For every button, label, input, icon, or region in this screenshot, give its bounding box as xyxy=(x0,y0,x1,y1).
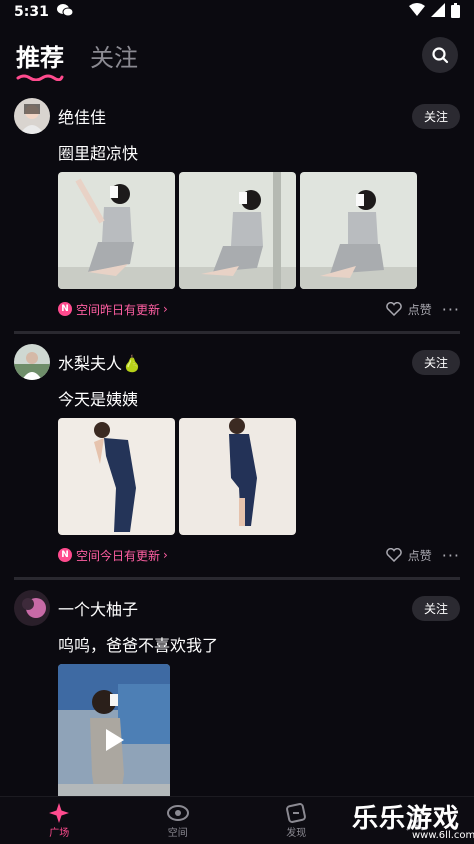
post-footer: N 空间昨日有更新 › 点赞 ··· xyxy=(58,289,460,329)
like-label: 点赞 xyxy=(407,548,432,563)
like-button[interactable]: 点赞 xyxy=(385,301,432,318)
status-time: 5:31 xyxy=(14,4,49,20)
space-icon xyxy=(166,805,189,821)
feed[interactable]: 绝佳佳 关注 圈里超凉快 N 空间昨日有更新 › 点赞 ··· 水梨夫人🍐 关注… xyxy=(0,88,474,796)
follow-button[interactable]: 关注 xyxy=(411,103,460,129)
heart-icon xyxy=(385,302,402,316)
space-update-text: 空间今日有更新 xyxy=(76,548,161,563)
username[interactable]: 绝佳佳 xyxy=(58,104,106,128)
sparkle-icon xyxy=(49,803,70,823)
more-icon[interactable]: ··· xyxy=(442,546,460,565)
avatar[interactable] xyxy=(14,344,50,380)
top-nav: 推荐 关注 xyxy=(0,30,474,81)
post-text: 圈里超凉快 xyxy=(58,144,139,163)
tab-following[interactable]: 关注 xyxy=(90,38,138,73)
username[interactable]: 水梨夫人🍐 xyxy=(58,350,142,374)
watermark-logo: 乐乐游戏 www.6ll.com xyxy=(352,794,474,844)
post-card[interactable]: 水梨夫人🍐 关注 今天是姨姨 N 空间今日有更新 › 点赞 ··· xyxy=(0,334,474,580)
follow-button[interactable]: 关注 xyxy=(411,349,460,375)
post-card[interactable]: 绝佳佳 关注 圈里超凉快 N 空间昨日有更新 › 点赞 ··· xyxy=(0,88,474,334)
play-icon[interactable] xyxy=(100,726,128,754)
post-header: 绝佳佳 关注 xyxy=(14,96,460,136)
signal-icon xyxy=(431,3,445,21)
post-footer: N 空间今日有更新 › 点赞 ··· xyxy=(58,535,460,575)
space-update-link[interactable]: N 空间昨日有更新 › xyxy=(58,301,168,318)
post-photo[interactable] xyxy=(300,172,417,289)
post-video[interactable] xyxy=(58,664,170,796)
username[interactable]: 一个大柚子 xyxy=(58,596,138,620)
nav-space[interactable]: 空间 xyxy=(119,797,238,844)
like-label: 点赞 xyxy=(407,302,432,317)
more-icon[interactable]: ··· xyxy=(442,300,460,319)
space-update-link[interactable]: N 空间今日有更新 › xyxy=(58,547,168,564)
post-text: 今天是姨姨 xyxy=(58,390,139,409)
wechat-icon xyxy=(56,3,74,21)
nav-plaza-label: 广场 xyxy=(49,828,70,839)
space-badge-icon: N xyxy=(58,548,72,562)
status-bar: 5:31 xyxy=(0,0,474,24)
post-actions: 点赞 ··· xyxy=(385,300,460,319)
chevron-right-icon: › xyxy=(163,302,168,316)
tab-following-label: 关注 xyxy=(90,43,138,72)
tab-recommend[interactable]: 推荐 xyxy=(16,38,64,81)
nav-plaza[interactable]: 广场 xyxy=(0,797,119,844)
space-badge-icon: N xyxy=(58,302,72,316)
post-header: 一个大柚子 关注 xyxy=(14,588,460,628)
post-photo[interactable] xyxy=(58,172,175,289)
watermark-url: www.6ll.com xyxy=(412,830,474,841)
avatar[interactable] xyxy=(14,590,50,626)
post-photo[interactable] xyxy=(179,418,296,535)
follow-button[interactable]: 关注 xyxy=(411,595,460,621)
post-card[interactable]: 一个大柚子 关注 呜呜，爸爸不喜欢我了 xyxy=(0,580,474,796)
space-update-text: 空间昨日有更新 xyxy=(76,302,161,317)
search-button[interactable] xyxy=(422,37,458,73)
post-header: 水梨夫人🍐 关注 xyxy=(14,342,460,382)
heart-icon xyxy=(385,548,402,562)
status-icons xyxy=(409,2,460,22)
tab-active-underline xyxy=(16,74,64,81)
like-button[interactable]: 点赞 xyxy=(385,547,432,564)
post-photo[interactable] xyxy=(58,418,175,535)
wifi-icon xyxy=(409,3,425,21)
image-grid xyxy=(58,418,460,535)
post-text: 呜呜，爸爸不喜欢我了 xyxy=(58,636,219,655)
post-actions: 点赞 ··· xyxy=(385,546,460,565)
search-icon xyxy=(432,47,449,64)
nav-discover[interactable]: 发现 xyxy=(237,797,356,844)
nav-space-label: 空间 xyxy=(167,828,188,839)
discover-icon xyxy=(286,803,307,823)
nav-discover-label: 发现 xyxy=(286,828,307,839)
image-grid xyxy=(58,172,460,289)
avatar[interactable] xyxy=(14,98,50,134)
battery-icon xyxy=(451,2,460,22)
post-photo[interactable] xyxy=(179,172,296,289)
chevron-right-icon: › xyxy=(163,548,168,562)
tab-recommend-label: 推荐 xyxy=(16,43,64,72)
